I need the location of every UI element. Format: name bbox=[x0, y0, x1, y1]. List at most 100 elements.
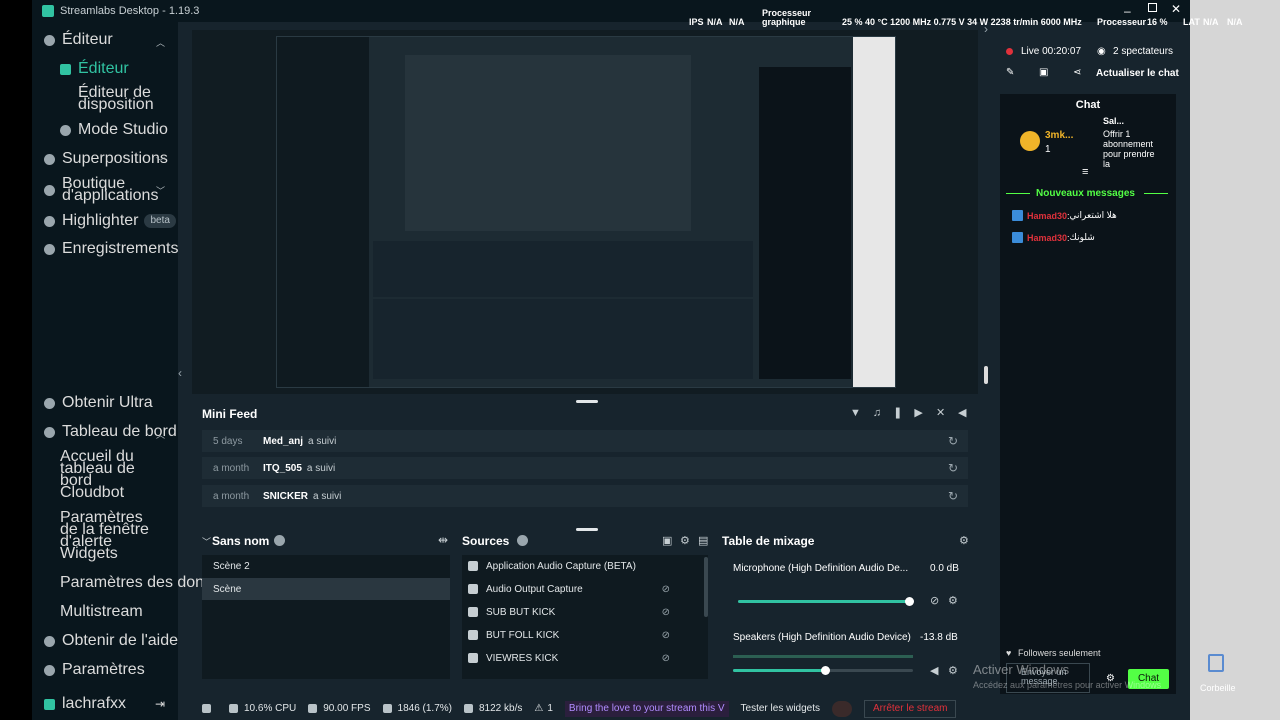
mixer-channel-name: Microphone (High Definition Audio De... bbox=[733, 563, 909, 574]
mixer-channel-db: 0.0 dB bbox=[930, 563, 959, 574]
volume-slider[interactable] bbox=[738, 597, 914, 606]
store-icon bbox=[44, 184, 55, 196]
test-widgets-button[interactable]: Tester les widgets bbox=[741, 703, 820, 714]
warning-icon: ⚠ bbox=[534, 703, 544, 714]
sidebar-user[interactable]: lachrafxx bbox=[44, 696, 126, 712]
gpu-label: Processeur graphique bbox=[762, 8, 812, 27]
scenes-title[interactable]: Sans nom bbox=[212, 534, 269, 548]
hidden-eye-icon[interactable]: ⊘ bbox=[662, 653, 670, 664]
chevron-down-icon[interactable]: ﹀ bbox=[156, 155, 165, 168]
sidebar-item-cloudbot[interactable]: Cloudbot bbox=[60, 485, 124, 501]
preview-nested-desktop bbox=[853, 37, 895, 387]
record-button[interactable] bbox=[832, 700, 853, 717]
volume-knob[interactable] bbox=[820, 666, 830, 675]
activation-watermark-text: Accédez aux paramètres pour activer Wind… bbox=[973, 680, 1162, 690]
preview-nested-sidebar bbox=[277, 37, 369, 387]
studio-icon bbox=[60, 124, 71, 136]
promo-banner[interactable]: Bring the love to your stream this V bbox=[564, 700, 729, 717]
gear-icon[interactable]: ⚙ bbox=[948, 664, 958, 677]
chevron-up-icon[interactable]: ︿ bbox=[156, 36, 165, 49]
add-source-icon[interactable] bbox=[517, 535, 528, 546]
close-button[interactable]: ✕ bbox=[1171, 2, 1181, 16]
scene-item[interactable]: Scène 2 bbox=[202, 555, 450, 577]
fps-stat: 90.00 FPS bbox=[308, 703, 371, 714]
speaker-icon[interactable]: ◀ bbox=[930, 664, 938, 677]
sidebar-item-overlays[interactable]: Superpositions bbox=[44, 151, 168, 167]
mixer-channel-db: -13.8 dB bbox=[920, 632, 958, 643]
sidebar-item-donation-settings[interactable]: Paramètres des dons bbox=[60, 575, 212, 591]
mute-notifications-icon[interactable]: ✕ bbox=[936, 406, 945, 419]
kick-logo-icon bbox=[44, 698, 55, 710]
chevron-down-icon[interactable]: ﹀ bbox=[156, 184, 165, 197]
resize-handle[interactable] bbox=[576, 528, 598, 531]
source-item[interactable]: BUT FOLL KICK ⊘ bbox=[468, 624, 678, 646]
collapse-pinned-icon[interactable]: ≡ bbox=[1082, 166, 1088, 178]
mixer-icon[interactable]: ▤ bbox=[698, 534, 708, 547]
folder-icon[interactable]: ▣ bbox=[662, 534, 672, 547]
gift-count: 1 bbox=[1045, 144, 1051, 155]
globe-icon bbox=[468, 630, 478, 640]
replay-icon[interactable]: ↻ bbox=[948, 461, 958, 475]
maximize-button[interactable] bbox=[1148, 3, 1157, 12]
source-item[interactable]: VIEWRES KICK ⊘ bbox=[468, 647, 678, 669]
sidebar-item-alert-settings[interactable]: Paramètres de la fenêtre d'alerte bbox=[60, 510, 160, 550]
sidebar-item-editor-sub[interactable]: Éditeur bbox=[60, 61, 129, 77]
gear-icon[interactable]: ⚙ bbox=[948, 594, 958, 607]
bitrate-stat: 8122 kb/s bbox=[464, 703, 522, 714]
sidebar-item-multistream[interactable]: Multistream bbox=[60, 604, 143, 620]
source-item[interactable]: Audio Output Capture ⊘ bbox=[468, 578, 678, 600]
cpu-label: Processeur bbox=[1097, 17, 1147, 27]
sidebar-item-settings[interactable]: Paramètres bbox=[44, 662, 145, 678]
hidden-eye-icon[interactable]: ⊘ bbox=[662, 630, 670, 641]
gear-icon[interactable]: ⚙ bbox=[959, 534, 969, 547]
chevron-down-icon[interactable]: ﹀ bbox=[202, 535, 211, 548]
chevron-up-icon[interactable]: ︿ bbox=[156, 428, 165, 441]
stream-preview[interactable] bbox=[276, 36, 896, 388]
expand-chat-icon[interactable]: › bbox=[984, 22, 988, 36]
sidebar-item-editor[interactable]: Éditeur bbox=[44, 32, 113, 48]
dashboard-icon[interactable]: ▣ bbox=[1039, 67, 1048, 78]
volume-slider[interactable] bbox=[733, 666, 913, 675]
source-item[interactable]: SUB BUT KICK ⊘ bbox=[468, 601, 678, 623]
scene-transitions-icon[interactable]: ⇹ bbox=[438, 533, 448, 547]
sidebar-item-app-store[interactable]: Boutique d'applications bbox=[44, 176, 158, 204]
scene-item-selected[interactable]: Scène bbox=[202, 578, 450, 600]
resize-handle[interactable] bbox=[576, 400, 598, 403]
logout-icon[interactable]: ⇥ bbox=[155, 697, 165, 711]
minimize-button[interactable]: – bbox=[1124, 4, 1134, 18]
hidden-eye-icon[interactable]: ⊘ bbox=[662, 607, 670, 618]
source-item[interactable]: Application Audio Capture (BETA) bbox=[468, 555, 702, 577]
help-icon bbox=[44, 635, 55, 647]
mute-icon[interactable]: ⊘ bbox=[930, 594, 939, 607]
sidebar-item-ultra[interactable]: Obtenir Ultra bbox=[44, 395, 153, 411]
settings-icon[interactable]: ⚙ bbox=[680, 534, 690, 547]
alerts-stat[interactable]: ⚠ 1 bbox=[534, 703, 553, 714]
volume-icon[interactable]: ◀ bbox=[958, 406, 966, 419]
sidebar-item-widgets[interactable]: Widgets bbox=[60, 546, 118, 562]
sidebar-item-studio-mode[interactable]: Mode Studio bbox=[60, 122, 168, 138]
hidden-eye-icon[interactable]: ⊘ bbox=[662, 584, 670, 595]
sources-scrollbar[interactable] bbox=[704, 557, 708, 617]
volume-knob[interactable] bbox=[904, 597, 914, 606]
replay-icon[interactable]: ↻ bbox=[948, 489, 958, 503]
collapse-sidebar-icon[interactable]: ‹ bbox=[178, 366, 182, 380]
add-scene-icon[interactable] bbox=[274, 535, 285, 546]
sidebar-item-layout-editor[interactable]: Éditeur de disposition bbox=[78, 85, 158, 113]
cpu-icon bbox=[229, 704, 238, 713]
minifeed-controls[interactable]: ▼♫❚▶ bbox=[850, 406, 935, 419]
replay-icon[interactable]: ↻ bbox=[948, 434, 958, 448]
sidebar-item-help[interactable]: Obtenir de l'aide bbox=[44, 633, 178, 649]
stop-stream-button[interactable]: Arrêter le stream bbox=[864, 699, 957, 718]
edit-icon[interactable]: ✎ bbox=[1006, 67, 1014, 78]
sidebar-item-recordings[interactable]: Enregistrements bbox=[44, 241, 179, 257]
activation-watermark-title: Activer Windows bbox=[973, 662, 1070, 677]
list-item: 5 days Med_anj a suivi ↻ bbox=[202, 430, 968, 452]
sidebar-item-dashboard-home[interactable]: Accueil du tableau de bord bbox=[60, 449, 160, 489]
share-icon[interactable]: ⋖ bbox=[1073, 67, 1081, 78]
stats-chart-icon[interactable] bbox=[202, 704, 217, 713]
sidebar-item-highlighter[interactable]: Highlighter beta bbox=[44, 213, 176, 229]
trash-icon[interactable] bbox=[1208, 654, 1224, 672]
refresh-chat-button[interactable]: Actualiser le chat bbox=[1096, 68, 1179, 79]
frames-icon bbox=[382, 704, 392, 713]
preview-scrollbar[interactable] bbox=[984, 366, 988, 384]
